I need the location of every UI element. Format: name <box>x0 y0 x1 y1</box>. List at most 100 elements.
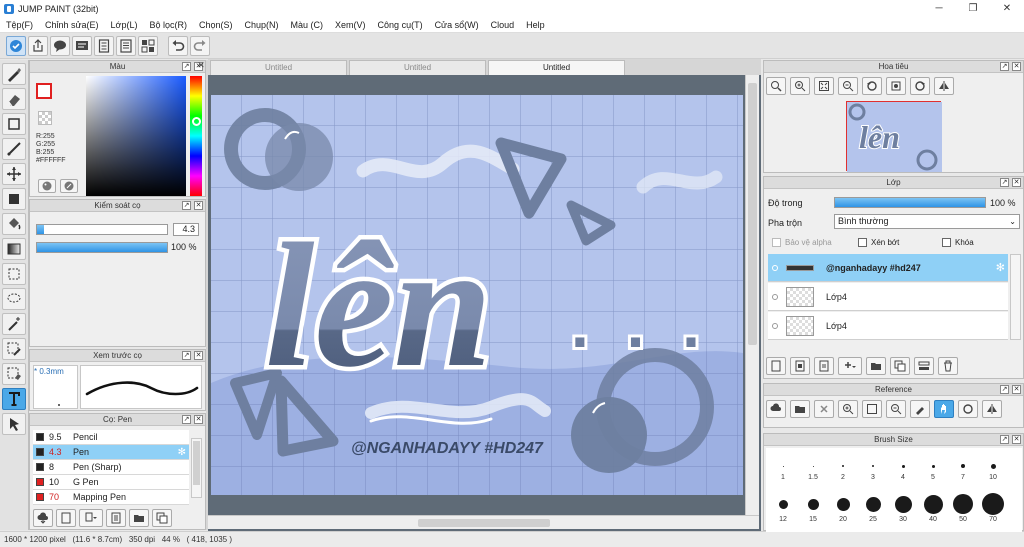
scrollbar-thumb[interactable] <box>193 441 200 485</box>
open-folder-icon[interactable] <box>790 400 810 418</box>
new-brush-icon[interactable] <box>56 509 76 527</box>
layer-list-scrollbar[interactable] <box>1010 254 1021 340</box>
drawing-canvas[interactable]: lên . . . @NGANHADAYY #HD247 <box>211 95 743 495</box>
menu-tools[interactable]: Công cụ(T) <box>372 20 429 30</box>
folder-icon[interactable] <box>129 509 149 527</box>
menu-capture[interactable]: Chụp(N) <box>239 20 285 30</box>
layer-visibility-icon[interactable] <box>772 293 778 300</box>
panel-close-icon[interactable]: ✕ <box>1012 62 1021 71</box>
menu-filter[interactable]: Bộ lọc(R) <box>143 20 193 30</box>
brush-size-cell[interactable]: 4 <box>888 458 918 481</box>
brush-size-cell[interactable]: 3 <box>858 458 888 481</box>
menu-edit[interactable]: Chỉnh sửa(E) <box>39 20 105 30</box>
lasso-select-icon[interactable] <box>2 288 26 310</box>
tab-untitled-3[interactable]: Untitled <box>488 60 625 75</box>
undo-icon[interactable] <box>168 35 188 56</box>
panel-popout-icon[interactable]: ↗ <box>182 201 191 210</box>
panel-close-icon[interactable]: ✕ <box>1012 435 1021 444</box>
panel-popout-icon[interactable]: ↗ <box>1000 178 1009 187</box>
copy-brush-icon[interactable] <box>152 509 172 527</box>
new-layer-raster-icon[interactable] <box>790 357 810 375</box>
rectangle-tool-icon[interactable] <box>2 113 26 135</box>
panel-close-icon[interactable]: ✕ <box>194 201 203 210</box>
brush-list-scrollbar[interactable] <box>191 438 202 498</box>
brush-item-g-pen[interactable]: 10 G Pen <box>33 475 189 490</box>
menu-help[interactable]: Help <box>520 20 551 30</box>
share-icon[interactable] <box>28 35 48 56</box>
pen-line-tool-icon[interactable] <box>2 138 26 160</box>
brush-size-cell[interactable]: 1 <box>768 458 798 481</box>
add-layer-dropdown-icon[interactable] <box>838 357 862 375</box>
brush-tool-icon[interactable] <box>2 63 26 85</box>
layer-row-lop4-a[interactable]: Lớp4 <box>768 283 1008 311</box>
ref-fit-icon[interactable] <box>862 400 882 418</box>
hue-slider[interactable] <box>190 76 202 196</box>
brush-size-cell[interactable]: 50 <box>948 492 978 523</box>
panel-close-icon[interactable]: ✕ <box>194 351 203 360</box>
close-button[interactable]: ✕ <box>990 0 1024 17</box>
fit-window-icon[interactable] <box>814 77 834 95</box>
maximize-button[interactable]: ❐ <box>956 0 990 17</box>
brush-size-cell[interactable]: 10 <box>978 458 1008 481</box>
horizontal-scroll-thumb[interactable] <box>418 519 550 527</box>
cloud-download-icon[interactable] <box>33 509 53 527</box>
layer-settings-gear-icon[interactable]: ✻ <box>996 261 1005 274</box>
palette-icon[interactable] <box>38 179 56 193</box>
bucket-tool-icon[interactable] <box>2 213 26 235</box>
ref-zoom-out-icon[interactable] <box>886 400 906 418</box>
zoom-in-icon[interactable] <box>790 77 810 95</box>
checkmark-icon[interactable] <box>6 35 26 56</box>
brush-opacity-slider[interactable] <box>36 242 168 253</box>
eyedropper-icon[interactable] <box>60 179 78 193</box>
navigator-thumbnail[interactable]: lên <box>846 101 942 172</box>
brush-size-cell[interactable]: 40 <box>918 492 948 523</box>
minimize-button[interactable]: ─ <box>922 0 956 17</box>
pointer-tool-icon[interactable] <box>2 413 26 435</box>
panel-popout-icon[interactable]: ↗ <box>1000 385 1009 394</box>
comment-box-icon[interactable] <box>72 35 92 56</box>
speech-bubble-icon[interactable] <box>50 35 70 56</box>
reset-view-icon[interactable] <box>886 77 906 95</box>
brush-size-cell[interactable]: 25 <box>858 492 888 523</box>
close-reference-icon[interactable] <box>814 400 834 418</box>
ref-zoom-in-icon[interactable] <box>838 400 858 418</box>
layer-row-lop4-b[interactable]: Lớp4 <box>768 312 1008 340</box>
flip-horizontal-icon[interactable] <box>934 77 954 95</box>
panel-close-icon[interactable]: ✕ <box>194 415 203 424</box>
fill-rect-tool-icon[interactable] <box>2 188 26 210</box>
hue-cursor[interactable] <box>192 117 201 126</box>
menu-view[interactable]: Xem(V) <box>329 20 372 30</box>
brush-size-cell[interactable]: 1.5 <box>798 458 828 481</box>
close-document-icon[interactable]: ✕ <box>196 60 206 70</box>
main-color-swatch[interactable] <box>36 83 52 99</box>
brush-size-slider[interactable] <box>36 224 168 235</box>
panel-popout-icon[interactable]: ↗ <box>1000 435 1009 444</box>
lock-checkbox[interactable]: Khóa <box>942 238 974 248</box>
brush-settings-icon[interactable] <box>106 509 126 527</box>
new-layer-halftone-icon[interactable] <box>814 357 834 375</box>
brush-menu-dropdown-icon[interactable] <box>79 509 103 527</box>
panel-popout-icon[interactable]: ↗ <box>1000 62 1009 71</box>
brush-size-cell[interactable]: 12 <box>768 492 798 523</box>
rect-select-icon[interactable] <box>2 263 26 285</box>
select-eraser-icon[interactable] <box>2 363 26 385</box>
brush-size-cell[interactable]: 30 <box>888 492 918 523</box>
panel-popout-icon[interactable]: ↗ <box>182 415 191 424</box>
menu-file[interactable]: Tệp(F) <box>0 20 39 30</box>
duplicate-layer-icon[interactable] <box>890 357 910 375</box>
magic-wand-icon[interactable] <box>2 313 26 335</box>
brush-size-cell[interactable]: 70 <box>978 492 1008 523</box>
trash-icon[interactable] <box>938 357 958 375</box>
panel-popout-icon[interactable]: ↗ <box>182 62 191 71</box>
brush-item-pen[interactable]: 4.3 Pen ✻ <box>33 445 189 460</box>
canvas-vertical-scrollbar[interactable] <box>745 75 759 515</box>
ref-flip-icon[interactable] <box>982 400 1002 418</box>
vertical-scroll-thumb[interactable] <box>748 83 757 345</box>
layer-folder-icon[interactable] <box>866 357 886 375</box>
new-layer-icon[interactable] <box>766 357 786 375</box>
text-tool-icon[interactable] <box>2 388 26 410</box>
move-tool-icon[interactable] <box>2 163 26 185</box>
select-pen-icon[interactable] <box>2 338 26 360</box>
brush-size-cell[interactable]: 7 <box>948 458 978 481</box>
settings-gear-icon[interactable]: ✻ <box>178 447 186 458</box>
